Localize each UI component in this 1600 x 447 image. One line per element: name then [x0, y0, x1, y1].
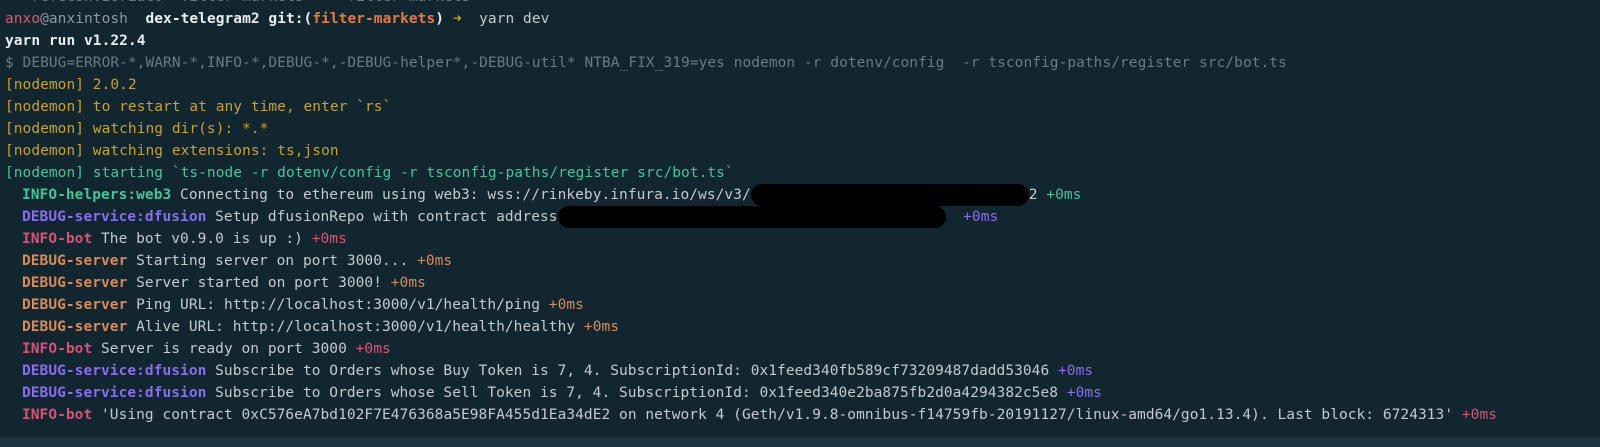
prompt-user: anxo [5, 11, 41, 27]
log-message: Server is ready on port 3000 [101, 341, 347, 357]
log-tag: INFO-helpers:web3 [22, 187, 172, 203]
prompt-directory: dex-telegram2 [145, 11, 260, 27]
log-message: Connecting to ethereum using web3: wss:/… [180, 187, 751, 203]
log-message: Alive URL: http://localhost:3000/v1/heal… [136, 319, 576, 335]
log-tag: DEBUG-server [22, 319, 128, 335]
log-message-suffix: 2 [1028, 187, 1038, 203]
log-message: Subscribe to Orders whose Sell Token is … [215, 385, 1059, 401]
redacted-block [750, 184, 1029, 206]
nodemon-watch-ext-line: [nodemon] watching extensions: ts,json [5, 143, 339, 159]
log-message: Setup dfusionRepo with contract address [215, 209, 558, 225]
log-tag: DEBUG-server [22, 275, 128, 291]
log-time: +0ms [583, 319, 620, 335]
log-time: +0ms [963, 209, 999, 225]
scrolled-prompt-line: rcfecsn:zoriaco filter-markets → filter-… [5, 0, 470, 8]
nodemon-restart-line: [nodemon] to restart at any time, enter … [5, 99, 392, 115]
log-time: +0ms [311, 231, 347, 247]
log-line: DEBUG-server Starting server on port 300… [22, 250, 452, 272]
log-tag: INFO-bot [22, 407, 93, 423]
log-time: +0ms [1058, 363, 1094, 379]
nodemon-starting-line: [nodemon] starting `ts-node -r dotenv/co… [5, 165, 734, 181]
log-line: DEBUG-server Server started on port 3000… [22, 272, 426, 294]
prompt-git-label: git:( [268, 11, 313, 27]
terminal-bottom-bar [0, 437, 1600, 447]
log-tag: DEBUG-server [22, 253, 128, 269]
redacted-block [557, 206, 946, 228]
log-time: +0ms [1461, 407, 1498, 423]
log-line: INFO-helpers:web3 Connecting to ethereum… [22, 184, 1081, 206]
nodemon-watch-dirs-line: [nodemon] watching dir(s): *.* [5, 121, 269, 137]
prompt-arrow-icon: ➜ [452, 11, 462, 27]
log-line: DEBUG-service:dfusion Subscribe to Order… [22, 382, 1102, 404]
prompt-host: @anxintosh [40, 11, 128, 27]
log-time: +0ms [390, 275, 426, 291]
terminal-window[interactable]: rcfecsn:zoriaco filter-markets → filter-… [0, 0, 1600, 447]
log-tag: DEBUG-server [22, 297, 128, 313]
log-message: Server started on port 3000! [136, 275, 382, 291]
log-message-suffix [946, 209, 955, 225]
log-tag: INFO-bot [22, 231, 93, 247]
prompt-command: yarn dev [479, 11, 550, 27]
log-time: +0ms [417, 253, 453, 269]
log-line: DEBUG-server Alive URL: http://localhost… [22, 316, 619, 338]
log-line: DEBUG-server Ping URL: http://localhost:… [22, 294, 584, 316]
log-tag: DEBUG-service:dfusion [22, 209, 207, 225]
log-time: +0ms [1046, 187, 1082, 203]
script-command-line: $ DEBUG=ERROR-*,WARN-*,INFO-*,DEBUG-*,-D… [5, 55, 1287, 71]
log-message: Starting server on port 3000... [136, 253, 409, 269]
log-message: The bot v0.9.0 is up :) [101, 231, 303, 247]
prompt-git-close: ) [435, 11, 445, 27]
log-line: INFO-bot 'Using contract 0xC576eA7bd102F… [22, 404, 1497, 426]
log-tag: INFO-bot [22, 341, 93, 357]
log-time: +0ms [355, 341, 391, 357]
log-message: Subscribe to Orders whose Buy Token is 7… [215, 363, 1050, 379]
log-line: INFO-bot Server is ready on port 3000 +0… [22, 338, 391, 360]
log-line: DEBUG-service:dfusion Subscribe to Order… [22, 360, 1093, 382]
log-tag: DEBUG-service:dfusion [22, 385, 207, 401]
log-message: 'Using contract 0xC576eA7bd102F7E476368a… [101, 407, 1454, 423]
nodemon-version-line: [nodemon] 2.0.2 [5, 77, 137, 93]
log-time: +0ms [548, 297, 584, 313]
prompt-git-branch: filter-markets [312, 11, 436, 27]
log-message: Ping URL: http://localhost:3000/v1/healt… [136, 297, 541, 313]
log-time: +0ms [1066, 385, 1102, 401]
log-line: INFO-bot The bot v0.9.0 is up :) +0ms [22, 228, 347, 250]
shell-prompt: anxo@anxintosh dex-telegram2 git:(filter… [5, 8, 549, 30]
yarn-version-line: yarn run v1.22.4 [5, 33, 146, 49]
log-line: DEBUG-service:dfusion Setup dfusionRepo … [22, 206, 998, 228]
log-tag: DEBUG-service:dfusion [22, 363, 207, 379]
